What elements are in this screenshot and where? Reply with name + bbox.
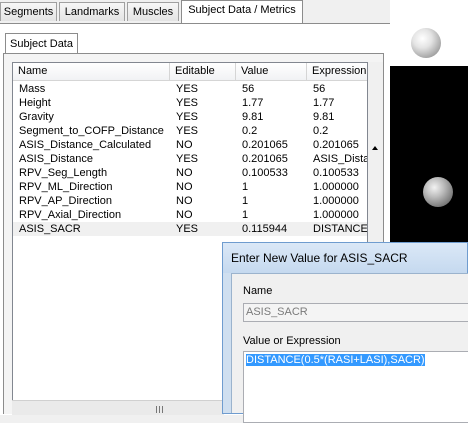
- cell-name: ASIS_SACR: [19, 223, 81, 235]
- column-header-editable[interactable]: Editable: [170, 63, 236, 80]
- table-row[interactable]: RPV_Axial_Direction NO 1 1.000000: [13, 208, 367, 222]
- column-header-value[interactable]: Value: [236, 63, 307, 80]
- cell-editable: YES: [176, 223, 199, 235]
- cell-value: 0.201065: [242, 139, 288, 151]
- cell-value: 1: [242, 195, 249, 207]
- cell-expression: 9.81: [313, 111, 335, 123]
- cell-editable: YES: [176, 153, 199, 165]
- table-row[interactable]: RPV_AP_Direction NO 1 1.000000: [13, 194, 367, 208]
- tab-subject-data-metrics[interactable]: Subject Data / Metrics: [181, 0, 303, 24]
- table-row[interactable]: Segment_to_COFP_Distance YES 0.2 0.2: [13, 124, 367, 138]
- cell-name: RPV_AP_Direction: [19, 195, 112, 207]
- tab-muscles[interactable]: Muscles: [127, 2, 179, 21]
- name-label: Name: [243, 285, 273, 297]
- 3d-viewport[interactable]: [390, 66, 468, 246]
- column-header-expression[interactable]: Expression: [307, 63, 367, 80]
- table-row[interactable]: ASIS_SACR YES 0.115944 DISTANCE(: [13, 222, 368, 236]
- table-header: Name Editable Value Expression: [13, 63, 367, 81]
- cell-expression: 0.201065: [313, 139, 359, 151]
- cell-editable: NO: [176, 181, 193, 193]
- name-field: ASIS_SACR: [243, 303, 468, 322]
- cell-value: 1: [242, 209, 249, 221]
- selected-expression-text: DISTANCE(0.5*(RASI+LASI),SACR): [246, 354, 425, 366]
- dialog-title: Enter New Value for ASIS_SACR: [231, 251, 408, 265]
- cell-editable: YES: [176, 125, 199, 137]
- cell-editable: YES: [176, 111, 199, 123]
- cell-name: Height: [19, 97, 51, 109]
- cell-editable: NO: [176, 139, 193, 151]
- cell-editable: NO: [176, 167, 193, 179]
- cell-name: RPV_ML_Direction: [19, 181, 113, 193]
- table-row[interactable]: Gravity YES 9.81 9.81: [13, 110, 367, 124]
- value-expression-label: Value or Expression: [243, 335, 341, 347]
- cell-name: RPV_Seg_Length: [19, 167, 108, 179]
- cell-name: Gravity: [19, 111, 54, 123]
- tab-landmarks[interactable]: Landmarks: [59, 2, 125, 21]
- cell-name: Segment_to_COFP_Distance: [19, 125, 164, 137]
- table-row[interactable]: ASIS_Distance YES 0.201065 ASIS_Distar: [13, 152, 368, 166]
- enter-value-dialog: Enter New Value for ASIS_SACR Name ASIS_…: [222, 242, 468, 423]
- cell-expression: 1.000000: [313, 181, 359, 193]
- cell-expression: 1.77: [313, 97, 335, 109]
- cell-expression: 1.000000: [313, 195, 359, 207]
- tab-segments[interactable]: Segments: [0, 2, 57, 21]
- value-expression-input[interactable]: DISTANCE(0.5*(RASI+LASI),SACR): [243, 351, 468, 423]
- cell-editable: NO: [176, 209, 193, 221]
- scroll-up-arrow-icon[interactable]: [372, 146, 378, 150]
- tab-subject-data[interactable]: Subject Data: [5, 33, 78, 53]
- dialog-title-bar[interactable]: Enter New Value for ASIS_SACR: [223, 243, 467, 273]
- cell-expression: 0.100533: [313, 167, 359, 179]
- table-row[interactable]: RPV_Seg_Length NO 0.100533 0.100533: [13, 166, 367, 180]
- cell-value: 1.77: [242, 97, 264, 109]
- column-header-name[interactable]: Name: [13, 63, 170, 80]
- cell-expression: ASIS_Distar: [313, 153, 368, 165]
- cell-editable: YES: [176, 83, 199, 95]
- cell-name: ASIS_Distance_Calculated: [19, 139, 152, 151]
- cell-expression: 0.2: [313, 125, 329, 137]
- cell-value: 0.115944: [242, 223, 288, 235]
- cell-editable: NO: [176, 195, 193, 207]
- cell-expression: 56: [313, 83, 326, 95]
- cell-name: ASIS_Distance: [19, 153, 93, 165]
- table-row[interactable]: ASIS_Distance_Calculated NO 0.201065 0.2010…: [13, 138, 367, 152]
- cell-editable: YES: [176, 97, 199, 109]
- cell-value: 0.201065: [242, 153, 288, 165]
- cell-expression: 1.000000: [313, 209, 359, 221]
- cell-value: 56: [242, 83, 255, 95]
- cell-expression: DISTANCE(: [313, 223, 368, 235]
- table-row[interactable]: RPV_ML_Direction NO 1 1.000000: [13, 180, 367, 194]
- cell-name: RPV_Axial_Direction: [19, 209, 122, 221]
- cell-value: 9.81: [242, 111, 264, 123]
- horizontal-scrollbar[interactable]: [12, 400, 224, 415]
- marker-sphere-icon: [411, 28, 441, 58]
- cell-value: 1: [242, 181, 249, 193]
- tab-bar: Segments Landmarks Muscles Subject Data …: [0, 0, 390, 24]
- cell-name: Mass: [19, 83, 46, 95]
- scroll-grip-icon[interactable]: [156, 404, 178, 413]
- cell-value: 0.2: [242, 125, 258, 137]
- marker-sphere-icon: [423, 177, 453, 207]
- table-row[interactable]: Height YES 1.77 1.77: [13, 96, 367, 110]
- cell-value: 0.100533: [242, 167, 288, 179]
- table-row[interactable]: Mass YES 56 56: [13, 82, 367, 96]
- dialog-body: Name ASIS_SACR Value or Expression DISTA…: [231, 273, 468, 423]
